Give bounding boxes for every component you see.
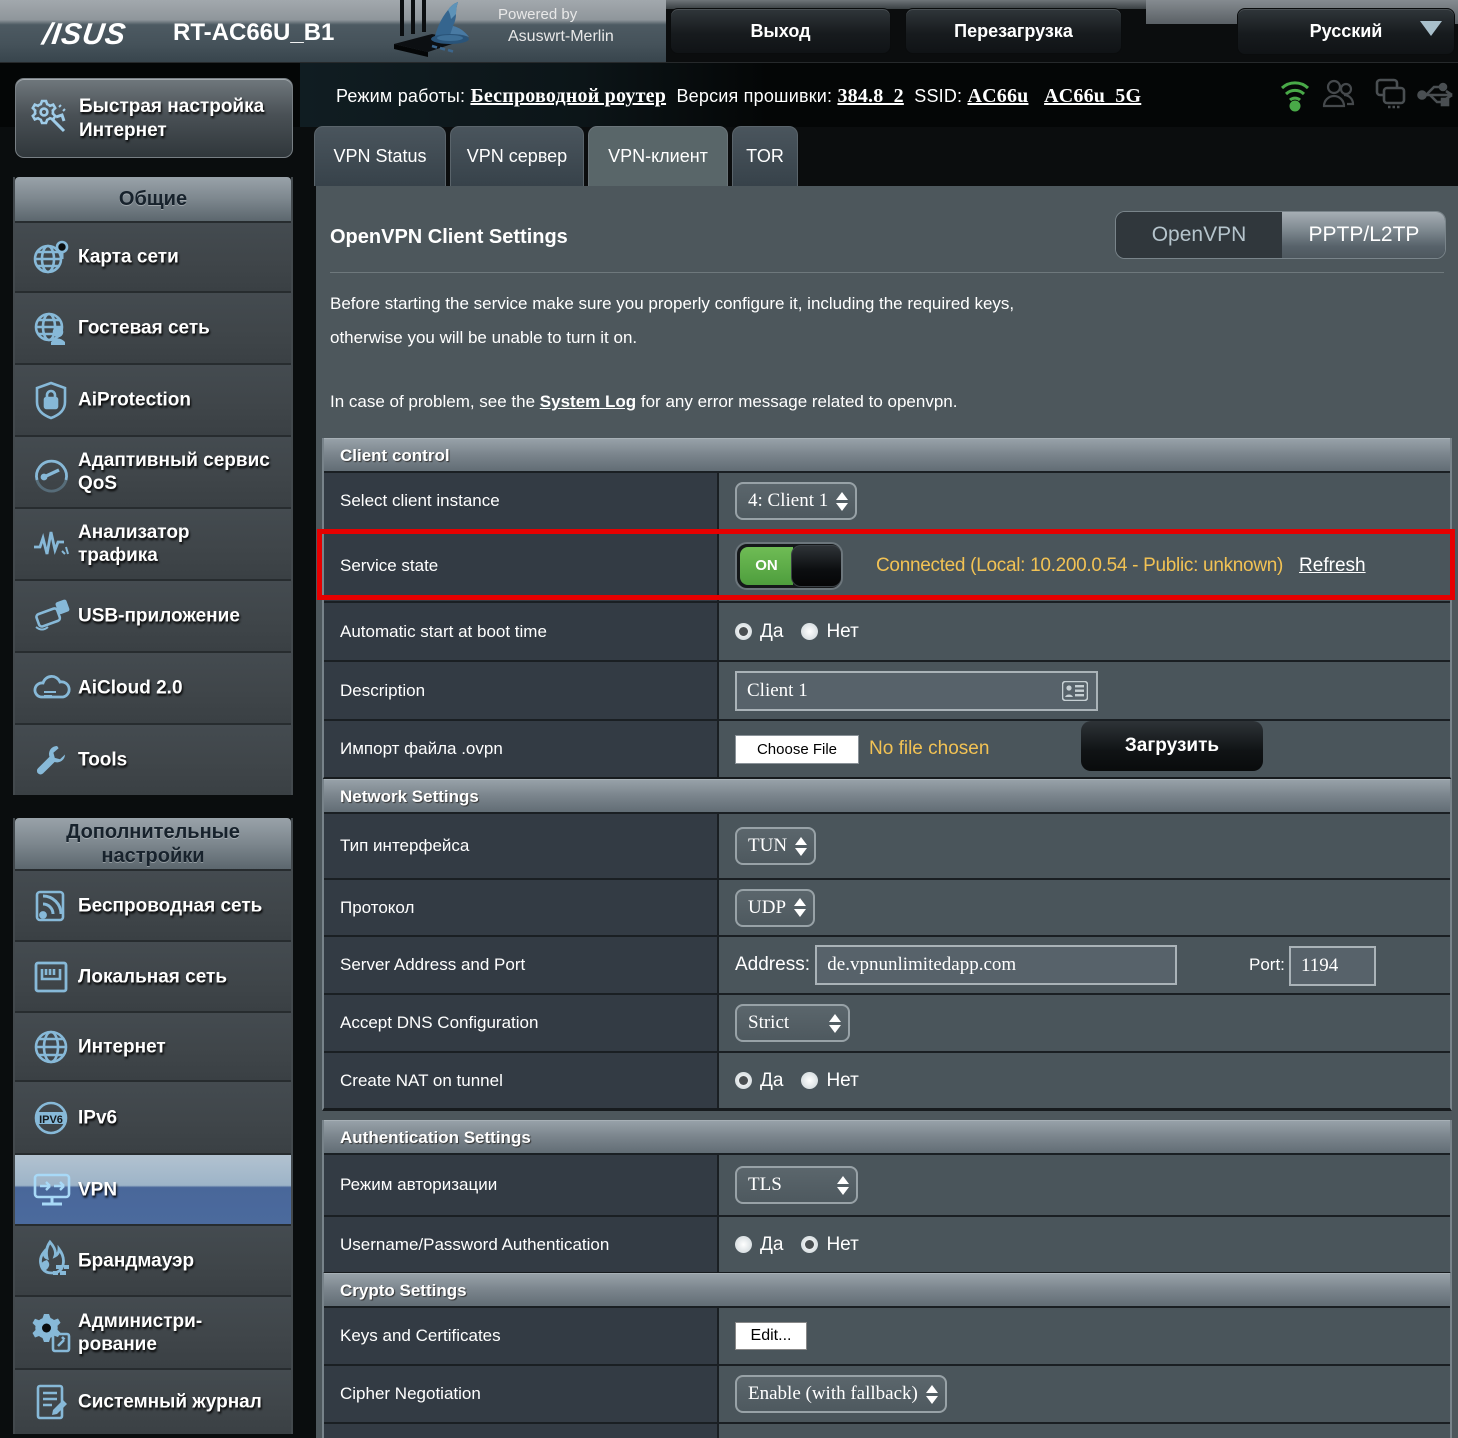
svg-text:IPV6: IPV6 xyxy=(39,1114,63,1126)
